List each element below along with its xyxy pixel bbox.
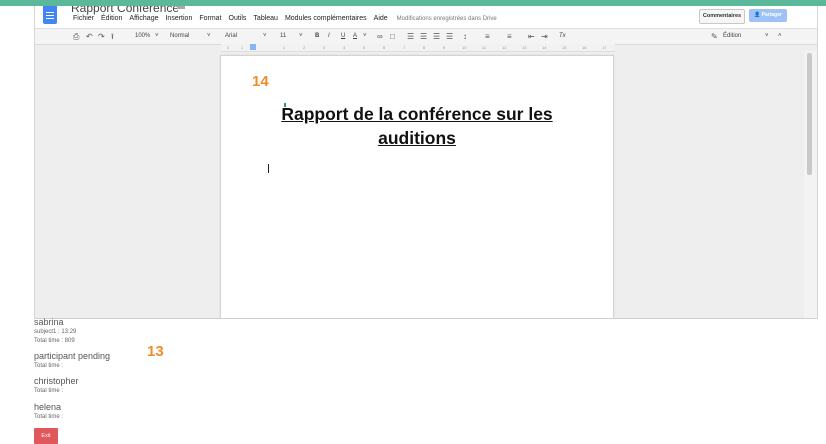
paint-format-icon[interactable]: ⭱	[111, 31, 114, 42]
italic-button[interactable]: I	[328, 32, 330, 41]
ruler-number: 1	[283, 45, 286, 50]
comment-icon[interactable]: □	[390, 31, 395, 42]
ruler-number: 7	[403, 45, 406, 50]
underline-button[interactable]: U	[341, 32, 345, 41]
ruler-number: 4	[343, 45, 346, 50]
menu-affichage[interactable]: Affichage	[129, 15, 158, 22]
text-color-button[interactable]: A	[353, 32, 357, 41]
participant-name: christopher	[34, 376, 79, 386]
indent-marker[interactable]	[250, 44, 256, 50]
menu-aide[interactable]: Aide	[374, 15, 388, 22]
undo-icon[interactable]: ↶	[86, 31, 93, 42]
ruler[interactable]: 2 1 1 2 3 4 5 6 7 8 9 10 11 12 13 14 15 …	[221, 44, 615, 52]
ruler-number: 14	[542, 45, 547, 50]
share-label: Partager	[761, 12, 782, 18]
print-icon[interactable]: ⎙	[73, 31, 79, 42]
link-icon[interactable]: ∞	[377, 31, 383, 42]
menu-format[interactable]: Format	[199, 15, 221, 22]
font-size-select[interactable]: 11	[280, 32, 286, 41]
menu-fichier[interactable]: Fichier	[73, 15, 94, 22]
ruler-number: 15	[562, 45, 567, 50]
font-chevron-icon[interactable]: ˅	[263, 32, 267, 41]
numbered-list-icon[interactable]: ≡	[485, 31, 490, 42]
font-select[interactable]: Arial	[225, 32, 237, 41]
text-cursor	[268, 164, 269, 173]
ruler-number: 2	[303, 45, 306, 50]
ruler-number: 6	[383, 45, 386, 50]
google-docs-window: Rapport Conférence Fichier Édition Affic…	[34, 6, 818, 319]
annotation-number: 13	[147, 343, 164, 360]
zoom-select[interactable]: 100%	[135, 32, 150, 41]
participant-total-time: Total time :	[34, 363, 64, 369]
align-right-icon[interactable]: ☰	[433, 31, 440, 42]
mode-chevron-icon[interactable]: ˅	[765, 32, 769, 41]
ruler-number: 1	[241, 45, 244, 50]
align-left-icon[interactable]: ☰	[407, 31, 414, 42]
ruler-number: 5	[363, 45, 366, 50]
ruler-number: 12	[502, 45, 507, 50]
docs-header: Rapport Conférence Fichier Édition Affic…	[35, 6, 817, 28]
menu-bar: Fichier Édition Affichage Insertion Form…	[73, 15, 497, 22]
document-heading[interactable]: Rapport de la conférence sur les auditio…	[267, 102, 567, 150]
line-spacing-icon[interactable]: ↕	[463, 31, 467, 42]
ruler-number: 13	[522, 45, 527, 50]
person-icon: 👤	[754, 12, 761, 18]
participant-total-time: Total time : 809	[34, 338, 75, 344]
annotation-number: 14	[252, 73, 269, 90]
menu-tableau[interactable]: Tableau	[253, 15, 278, 22]
collapse-icon[interactable]: ˄	[778, 32, 782, 41]
clear-formatting-button[interactable]: Tx	[559, 32, 566, 41]
vertical-scrollbar[interactable]	[804, 51, 817, 318]
participant-name: participant pending	[34, 351, 111, 361]
ruler-number: 3	[323, 45, 326, 50]
share-button[interactable]: 👤 Partager	[749, 9, 787, 22]
zoom-chevron-icon[interactable]: ˅	[155, 32, 159, 41]
bold-button[interactable]: B	[315, 32, 319, 41]
participant-total-time: Total time :	[34, 414, 64, 420]
menu-outils[interactable]: Outils	[229, 15, 247, 22]
style-chevron-icon[interactable]: ˅	[207, 32, 211, 41]
comments-button[interactable]: Commentaires	[699, 9, 745, 24]
ruler-number: 2	[227, 45, 230, 50]
justify-icon[interactable]: ☰	[446, 31, 453, 42]
ruler-number: 8	[423, 45, 426, 50]
redo-icon[interactable]: ↷	[98, 31, 105, 42]
participant-name: sabrina	[34, 317, 64, 327]
bulleted-list-icon[interactable]: ≡	[507, 31, 512, 42]
document-page[interactable]: 14 Rapport de la conférence sur les audi…	[220, 55, 614, 318]
size-chevron-icon[interactable]: ˅	[299, 32, 303, 41]
text-color-chevron-icon[interactable]: ˅	[363, 32, 367, 41]
folder-icon[interactable]	[177, 6, 185, 9]
docs-logo-icon[interactable]	[43, 6, 57, 24]
participant-total-time: Total time :	[34, 388, 64, 394]
menu-insertion[interactable]: Insertion	[165, 15, 192, 22]
scrollbar-thumb[interactable]	[807, 53, 812, 175]
style-select[interactable]: Normal	[170, 32, 189, 41]
exit-button[interactable]: Exit	[34, 428, 58, 444]
ruler-number: 10	[462, 45, 467, 50]
ruler-number: 11	[482, 45, 487, 50]
ruler-number: 17	[602, 45, 607, 50]
save-status[interactable]: Modifications enregistrées dans Drive	[397, 16, 497, 22]
editing-mode-select[interactable]: Édition	[723, 32, 741, 41]
menu-edition[interactable]: Édition	[101, 15, 122, 22]
ruler-number: 16	[582, 45, 587, 50]
menu-modules[interactable]: Modules complémentaires	[285, 15, 367, 22]
formatting-toolbar: ⎙ ↶ ↷ ⭱ 100% ˅ Normal ˅ Arial ˅ 11 ˅ B I…	[35, 28, 817, 45]
pencil-icon[interactable]: ✎	[711, 31, 718, 42]
decrease-indent-icon[interactable]: ⇤	[528, 31, 535, 42]
participant-name: helena	[34, 402, 62, 412]
increase-indent-icon[interactable]: ⇥	[541, 31, 548, 42]
ruler-number: 9	[443, 45, 446, 50]
document-title[interactable]: Rapport Conférence	[71, 6, 179, 15]
align-center-icon[interactable]: ☰	[420, 31, 427, 42]
participant-session: subject1 : 13:29	[34, 329, 77, 335]
